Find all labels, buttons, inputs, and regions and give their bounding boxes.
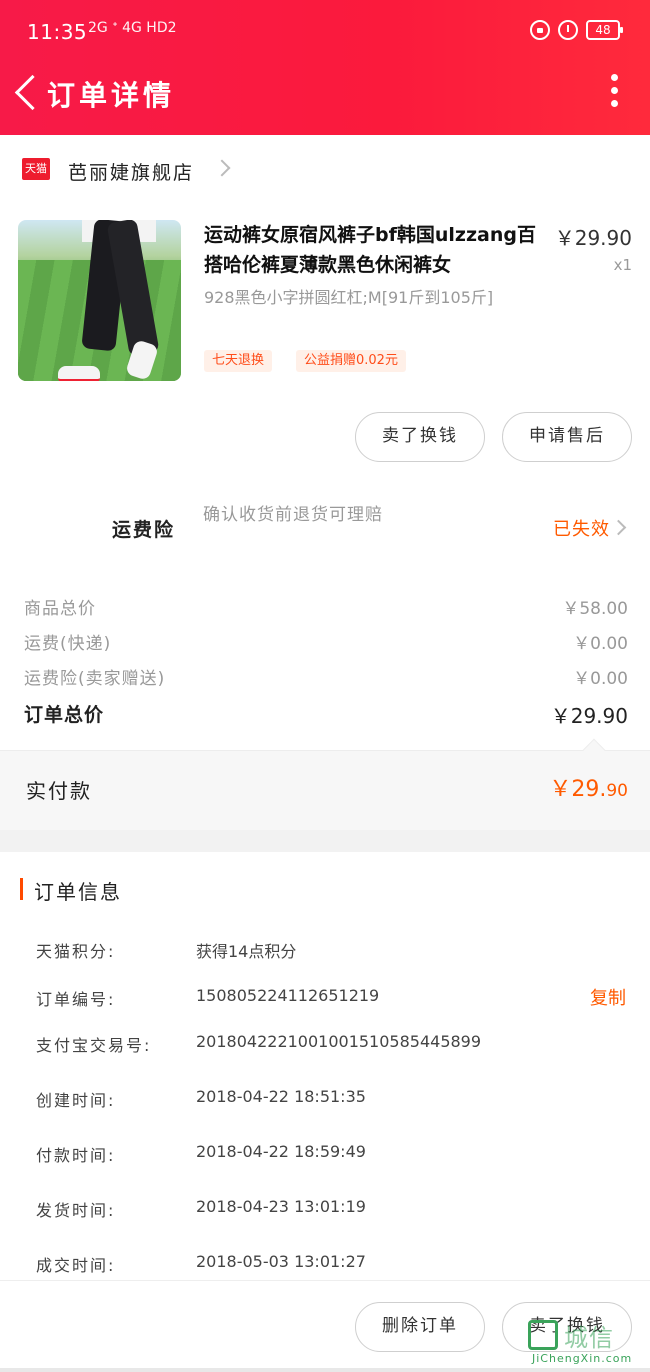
chevron-right-icon: [213, 159, 231, 177]
alarm-icon: [558, 20, 578, 40]
shipping-fee-value: ￥0.00: [573, 634, 628, 654]
info-label: 订单编号:: [36, 990, 116, 1009]
product-title[interactable]: 运动裤女原宿风裤子bf韩国ulzzang百搭哈伦裤夏薄款黑色休闲裤女: [204, 220, 549, 280]
order-total-label: 订单总价: [24, 704, 105, 726]
info-value: 获得14点积分: [196, 942, 297, 961]
shop-row[interactable]: 天猫 芭丽婕旗舰店: [0, 150, 650, 190]
watermark-icon: [528, 1320, 558, 1350]
shop-name[interactable]: 芭丽婕旗舰店: [68, 158, 194, 185]
watermark-logo: 城信 JiChengXin.com: [528, 1314, 644, 1366]
order-total-row: 订单总价 ￥29.90: [0, 698, 650, 728]
more-options-icon[interactable]: [608, 74, 620, 110]
order-total-value: ￥29.90: [550, 704, 628, 728]
status-icons: 48: [530, 20, 623, 40]
info-label: 支付宝交易号:: [36, 1036, 152, 1055]
insurance-fee-label: 运费险(卖家赠送): [24, 669, 166, 689]
insurance-status[interactable]: 已失效: [553, 515, 610, 541]
chevron-right-icon: [610, 519, 627, 536]
status-time: 11:35: [27, 20, 88, 44]
signal-indicator: 2G ᐩ 4G HD2: [88, 20, 177, 36]
bottom-action-bar: 删除订单 卖了换钱 城信 JiChengXin.com: [0, 1280, 650, 1372]
battery-icon: 48: [586, 20, 623, 40]
after-sale-button[interactable]: 申请售后: [502, 412, 632, 462]
info-row-order-number: 订单编号: 150805224112651219 复制: [0, 984, 650, 1014]
info-value: 2018-04-23 13:01:19: [196, 1197, 366, 1216]
info-row-alipay-number: 支付宝交易号: 2018042221001001510585445899: [0, 1030, 650, 1060]
product-price: ￥29.90: [554, 226, 632, 250]
info-label: 成交时间:: [36, 1256, 116, 1275]
section-divider: [0, 830, 650, 852]
sell-button[interactable]: 卖了换钱: [355, 412, 485, 462]
return-policy-tag: 七天退换: [204, 350, 273, 372]
product-sku: 928黑色小字拼圆红杠;M[91斤到105斤]: [204, 288, 494, 307]
info-value: 2018-04-22 18:59:49: [196, 1142, 366, 1161]
app-header: 11:35 2G ᐩ 4G HD2 48 订单详情: [0, 0, 650, 135]
insurance-fee-value: ￥0.00: [573, 669, 628, 689]
info-value: 150805224112651219: [196, 986, 380, 1005]
rotation-lock-icon: [530, 20, 550, 40]
nav-bar: 订单详情: [0, 62, 650, 122]
info-row-created: 创建时间: 2018-04-22 18:51:35: [0, 1085, 650, 1115]
info-label: 创建时间:: [36, 1091, 116, 1110]
page-title: 订单详情: [47, 79, 176, 112]
info-value: 2018042221001001510585445899: [196, 1032, 482, 1051]
info-value: 2018-05-03 13:01:27: [196, 1252, 366, 1271]
product-quantity: x1: [613, 256, 632, 274]
shipping-fee-row: 运费(快递) ￥0.00: [0, 627, 650, 657]
actual-payment-value: ￥29.90: [549, 777, 628, 802]
home-indicator: [0, 1368, 650, 1372]
insurance-label: 运费险: [112, 519, 176, 541]
info-label: 天猫积分:: [36, 942, 116, 961]
insurance-fee-row: 运费险(卖家赠送) ￥0.00: [0, 662, 650, 692]
delete-order-button[interactable]: 删除订单: [355, 1302, 485, 1352]
goods-total-label: 商品总价: [24, 599, 96, 619]
actual-payment-box: 实付款 ￥29.90: [0, 738, 650, 830]
info-row-shipped: 发货时间: 2018-04-23 13:01:19: [0, 1195, 650, 1225]
goods-total-value: ￥58.00: [562, 599, 628, 619]
charity-tag: 公益捐赠0.02元: [296, 350, 406, 372]
goods-total-row: 商品总价 ￥58.00: [0, 592, 650, 622]
insurance-description: 确认收货前退货可理赔: [203, 505, 383, 525]
tmall-logo-icon: 天猫: [22, 158, 50, 180]
watermark-url: JiChengXin.com: [532, 1352, 633, 1365]
product-image[interactable]: [18, 220, 181, 381]
copy-button[interactable]: 复制: [590, 984, 626, 1010]
info-row-points: 天猫积分: 获得14点积分: [0, 936, 650, 966]
shipping-insurance-row[interactable]: 运费险 确认收货前退货可理赔 已失效: [0, 495, 650, 565]
watermark-text: 城信: [564, 1324, 614, 1352]
shipping-fee-label: 运费(快递): [24, 634, 112, 654]
product-item[interactable]: 运动裤女原宿风裤子bf韩国ulzzang百搭哈伦裤夏薄款黑色休闲裤女 ￥29.9…: [0, 210, 650, 390]
back-arrow-icon[interactable]: [12, 72, 42, 112]
info-row-paid: 付款时间: 2018-04-22 18:59:49: [0, 1140, 650, 1170]
actual-payment-label: 实付款: [26, 779, 92, 803]
info-value: 2018-04-22 18:51:35: [196, 1087, 366, 1106]
info-label: 发货时间:: [36, 1201, 116, 1220]
info-row-completed: 成交时间: 2018-05-03 13:01:27: [0, 1250, 650, 1280]
status-bar: 11:35 2G ᐩ 4G HD2 48: [0, 16, 650, 50]
info-label: 付款时间:: [36, 1146, 116, 1165]
order-info-title: 订单信息: [34, 880, 122, 904]
